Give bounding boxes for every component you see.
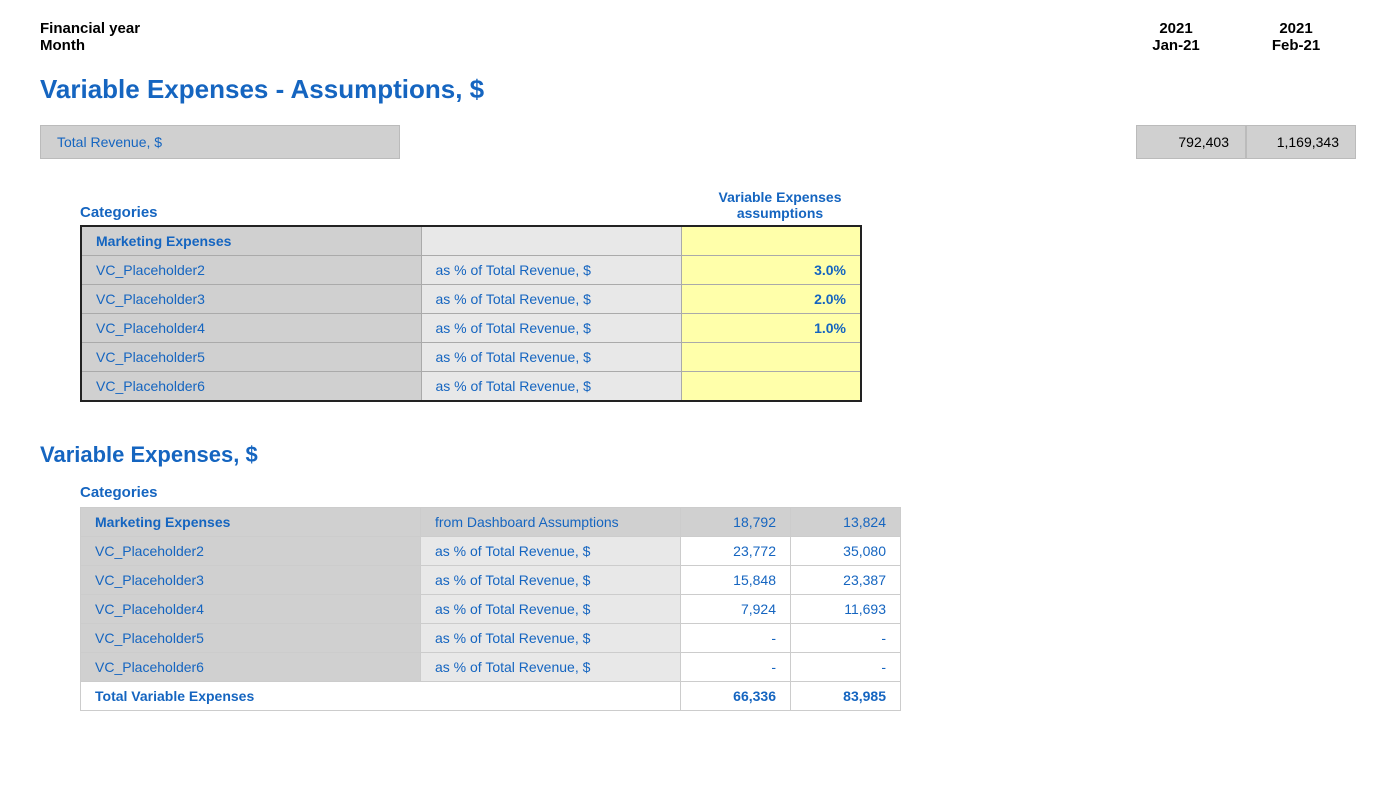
section2-title: Variable Expenses, $ — [40, 442, 1356, 468]
data-row-0-method: from Dashboard Assumptions — [421, 508, 681, 537]
month-label: Month — [40, 37, 140, 54]
assumptions-row-5-method: as % of Total Revenue, $ — [421, 372, 681, 402]
total-value1: 66,336 — [681, 682, 791, 711]
assumptions-row-4-value[interactable] — [681, 343, 861, 372]
header-section: Financial year Month 2021 Jan-21 2021 Fe… — [40, 20, 1356, 54]
data-table: Marketing Expensesfrom Dashboard Assumpt… — [80, 507, 901, 711]
data-row-5-value1: - — [681, 653, 791, 682]
header-years: 2021 Jan-21 2021 Feb-21 — [1116, 20, 1356, 54]
assumptions-row-0-value — [681, 226, 861, 256]
data-row-1-name: VC_Placeholder2 — [81, 537, 421, 566]
data-row-3-name: VC_Placeholder4 — [81, 595, 421, 624]
assumptions-row-4-name: VC_Placeholder5 — [81, 343, 421, 372]
data-row-5-name: VC_Placeholder6 — [81, 653, 421, 682]
data-table-wrapper: Categories Marketing Expensesfrom Dashbo… — [80, 484, 1356, 711]
assumptions-row-2-name: VC_Placeholder3 — [81, 285, 421, 314]
month1-value: Jan-21 — [1116, 37, 1236, 54]
assumptions-row-1-name: VC_Placeholder2 — [81, 256, 421, 285]
data-row-2-value1: 15,848 — [681, 566, 791, 595]
data-row-4-value2: - — [791, 624, 901, 653]
assumptions-row-0-method — [421, 226, 681, 256]
data-row-4-value1: - — [681, 624, 791, 653]
data-row-2-value2: 23,387 — [791, 566, 901, 595]
data-row-2-name: VC_Placeholder3 — [81, 566, 421, 595]
month2-value: Feb-21 — [1236, 37, 1356, 54]
data-row-2-method: as % of Total Revenue, $ — [421, 566, 681, 595]
header-labels: Financial year Month — [40, 20, 140, 54]
data-row-4-name: VC_Placeholder5 — [81, 624, 421, 653]
assumptions-row-5-value[interactable] — [681, 372, 861, 402]
data-row-0-value2: 13,824 — [791, 508, 901, 537]
assumptions-row-4-method: as % of Total Revenue, $ — [421, 343, 681, 372]
section2-categories-label: Categories — [80, 484, 1356, 501]
revenue-label: Total Revenue, $ — [40, 125, 400, 159]
assumptions-row-2-value[interactable]: 2.0% — [681, 285, 861, 314]
data-row-0-name: Marketing Expenses — [81, 508, 421, 537]
data-row-4-method: as % of Total Revenue, $ — [421, 624, 681, 653]
data-row-0-value1: 18,792 — [681, 508, 791, 537]
total-label: Total Variable Expenses — [81, 682, 681, 711]
assumptions-row-1-value[interactable]: 3.0% — [681, 256, 861, 285]
year2-value: 2021 — [1236, 20, 1356, 37]
assumptions-row-3-method: as % of Total Revenue, $ — [421, 314, 681, 343]
revenue-row: Total Revenue, $ 792,403 1,169,343 — [40, 125, 1356, 159]
categories-label: Categories — [80, 204, 158, 221]
year1-value: 2021 — [1116, 20, 1236, 37]
assumptions-table: Marketing ExpensesVC_Placeholder2as % of… — [80, 225, 862, 402]
assumptions-row-2-method: as % of Total Revenue, $ — [421, 285, 681, 314]
assumptions-row-5-name: VC_Placeholder6 — [81, 372, 421, 402]
data-row-5-value2: - — [791, 653, 901, 682]
data-row-1-value1: 23,772 — [681, 537, 791, 566]
financial-year-label: Financial year — [40, 20, 140, 37]
revenue-value1: 792,403 — [1136, 125, 1246, 159]
data-row-3-value2: 11,693 — [791, 595, 901, 624]
assumptions-row-0-name: Marketing Expenses — [81, 226, 421, 256]
assumptions-table-wrapper: Categories Variable Expenses assumptions… — [80, 189, 1356, 402]
section1-title: Variable Expenses - Assumptions, $ — [40, 74, 1356, 105]
year2-col: 2021 Feb-21 — [1236, 20, 1356, 54]
data-row-3-method: as % of Total Revenue, $ — [421, 595, 681, 624]
assumptions-row-3-name: VC_Placeholder4 — [81, 314, 421, 343]
year1-col: 2021 Jan-21 — [1116, 20, 1236, 54]
data-row-5-method: as % of Total Revenue, $ — [421, 653, 681, 682]
revenue-value2: 1,169,343 — [1246, 125, 1356, 159]
data-row-3-value1: 7,924 — [681, 595, 791, 624]
assumptions-row-3-value[interactable]: 1.0% — [681, 314, 861, 343]
data-row-1-value2: 35,080 — [791, 537, 901, 566]
data-row-1-method: as % of Total Revenue, $ — [421, 537, 681, 566]
total-value2: 83,985 — [791, 682, 901, 711]
assumptions-row-1-method: as % of Total Revenue, $ — [421, 256, 681, 285]
var-exp-assumptions-header: Variable Expenses assumptions — [680, 189, 880, 221]
categories-header: Categories — [80, 204, 420, 221]
